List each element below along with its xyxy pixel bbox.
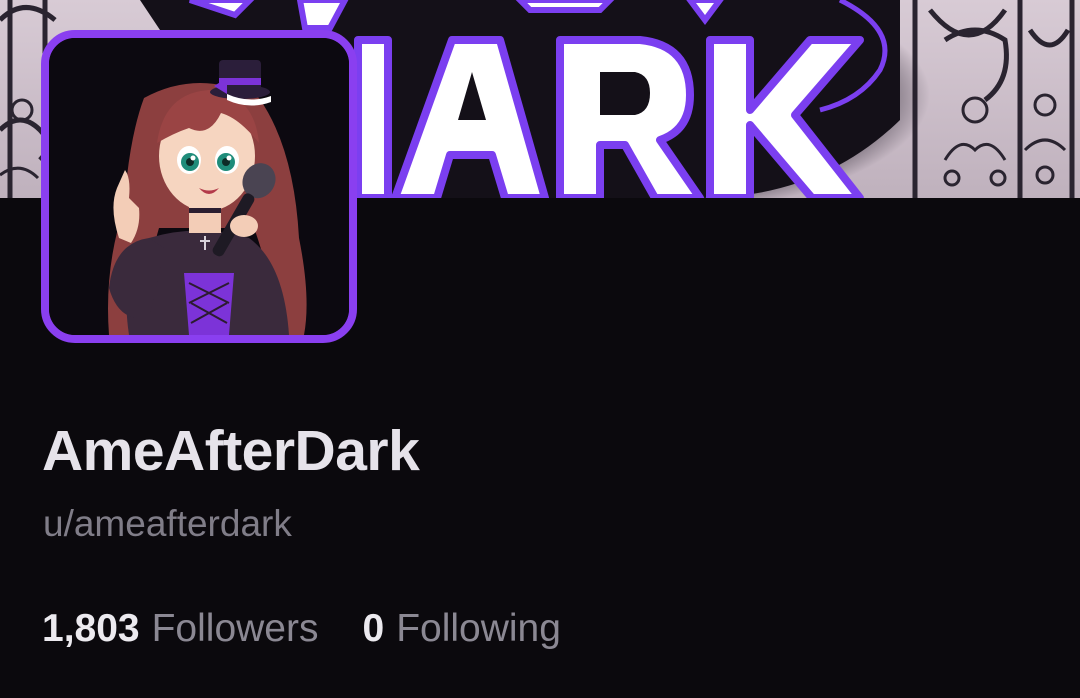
profile-avatar[interactable]: [41, 30, 357, 343]
display-name: AmeAfterDark: [42, 419, 420, 483]
avatar-image: [49, 38, 349, 335]
followers-stat[interactable]: 1,803 Followers: [42, 604, 318, 654]
following-count: 0: [362, 607, 385, 650]
followers-label: Followers: [151, 607, 319, 650]
following-stat[interactable]: 0 Following: [362, 604, 560, 654]
username: u/ameafterdark: [43, 503, 292, 544]
following-label: Following: [396, 607, 561, 650]
followers-count: 1,803: [42, 607, 140, 650]
profile-stats: 1,803 Followers 0 Following: [42, 604, 561, 654]
